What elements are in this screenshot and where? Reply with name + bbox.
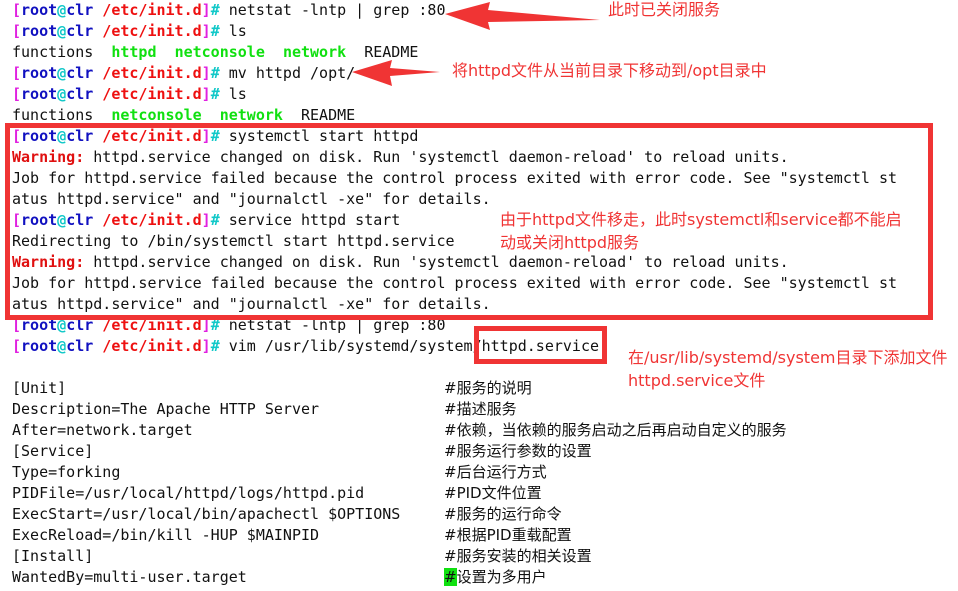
annotation-closed: 此时已关闭服务 [608,0,721,19]
annotation-cannot-start: 由于httpd文件移走，此时systemctl和service都不能启动或关闭h… [500,210,902,252]
annotation-add-file: 在/usr/lib/systemd/system目录下添加文件httpd.ser… [628,348,948,390]
annotation-moved: 将httpd文件从当前目录下移动到/opt目录中 [452,61,767,80]
arrow-icon [352,60,440,86]
arrow-icon [445,2,600,30]
annotation-arrows [352,2,600,86]
